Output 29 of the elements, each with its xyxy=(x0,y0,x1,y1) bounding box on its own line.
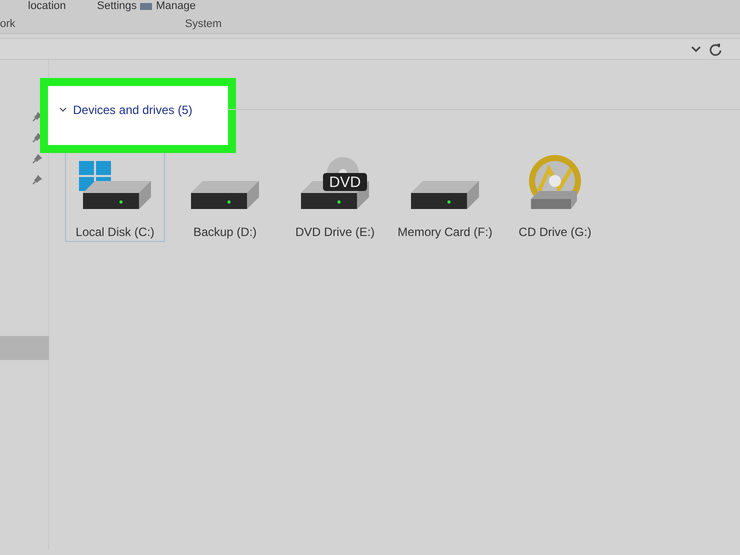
drive-item[interactable]: Memory Card (F:) xyxy=(395,152,495,242)
ribbon-group-label: System xyxy=(185,17,222,32)
ribbon-command[interactable]: Manage xyxy=(156,0,196,13)
drive-label: Local Disk (C:) xyxy=(76,224,154,241)
refresh-icon[interactable] xyxy=(709,42,722,56)
drive-label: CD Drive (G:) xyxy=(518,224,592,241)
drive-label: Memory Card (F:) xyxy=(398,224,492,241)
drive-label: Backup (D:) xyxy=(193,224,257,241)
ribbon-group-label: ork xyxy=(0,17,16,32)
windows-drive-icon xyxy=(79,161,151,209)
ribbon-command[interactable]: Settings xyxy=(97,0,137,13)
cd-drive-icon xyxy=(529,155,581,209)
chevron-down-icon[interactable] xyxy=(59,107,67,113)
hard-drive-icon xyxy=(411,181,479,209)
pin-icon xyxy=(32,133,42,143)
drive-item[interactable]: Local Disk (C:) xyxy=(65,152,165,242)
drive-item[interactable]: CD Drive (G:) xyxy=(505,152,605,242)
drive-item[interactable]: Backup (D:) xyxy=(175,152,275,242)
pin-icon xyxy=(32,175,42,185)
pin-icon xyxy=(32,154,42,164)
pin-icon xyxy=(32,112,42,122)
drive-label: DVD Drive (E:) xyxy=(295,224,375,241)
drive-item[interactable]: DVD DVD Drive (E:) xyxy=(285,152,385,242)
dvd-label: DVD xyxy=(329,174,361,191)
section-header[interactable]: Devices and drives (5) xyxy=(73,101,192,119)
chevron-down-icon[interactable] xyxy=(691,46,701,52)
computer-icon xyxy=(140,3,152,10)
hard-drive-icon xyxy=(191,181,259,209)
ribbon-command[interactable]: location xyxy=(28,0,66,13)
